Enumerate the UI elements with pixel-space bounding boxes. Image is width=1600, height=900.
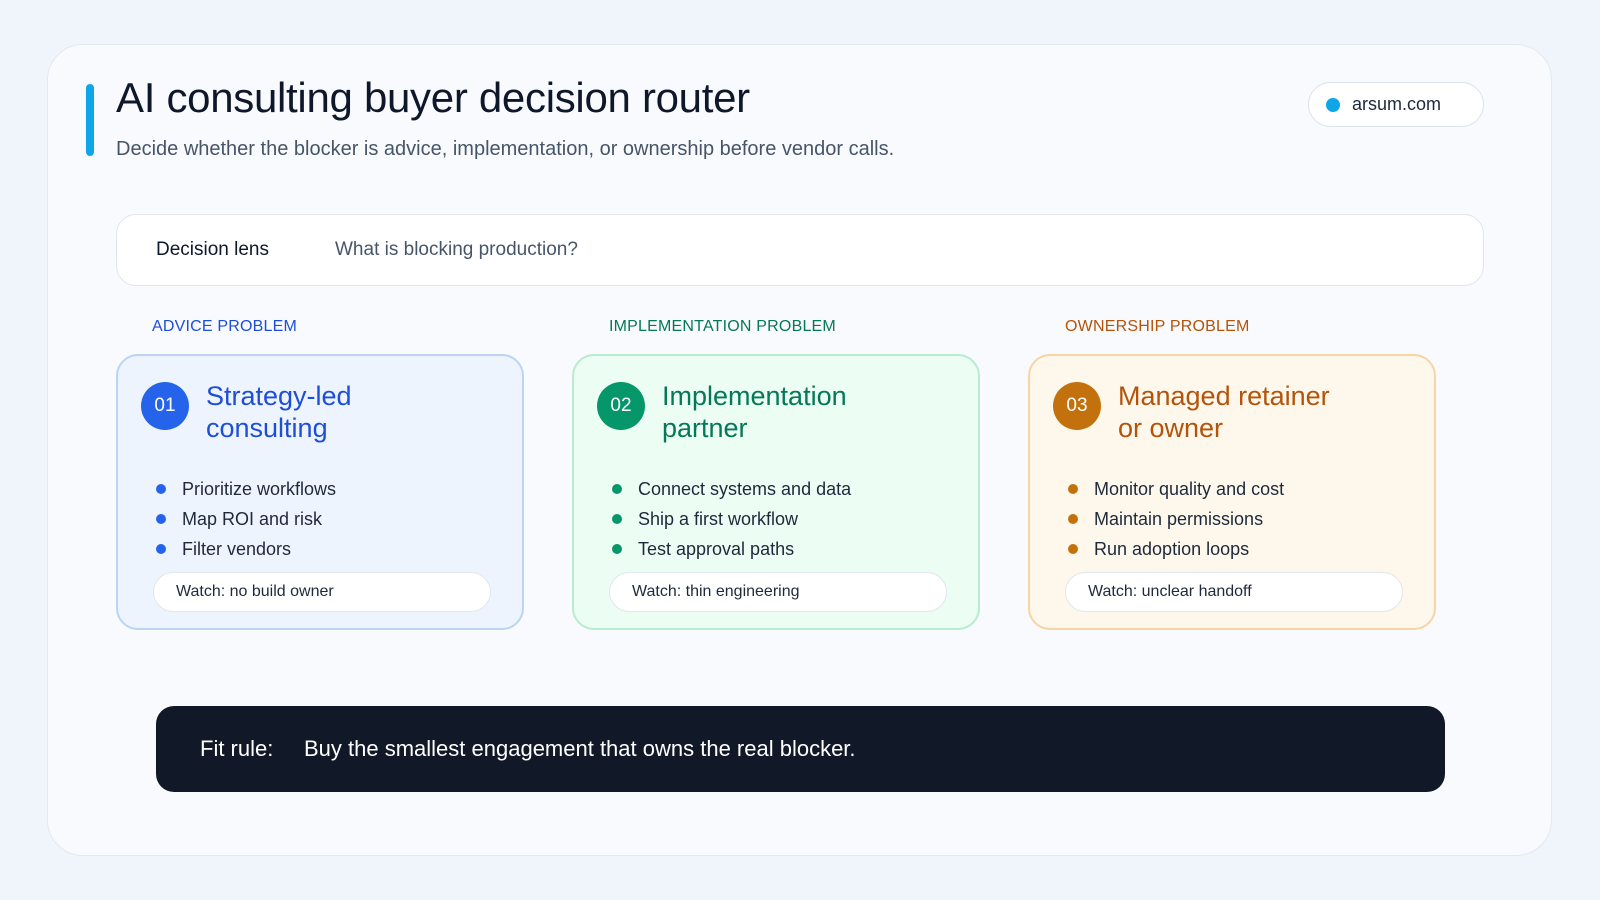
option-title: Strategy-led consulting xyxy=(206,381,352,443)
domain-pill[interactable]: arsum.com xyxy=(1308,82,1484,127)
bullet-dot-icon xyxy=(612,484,622,494)
bullet-dot-icon xyxy=(1068,514,1078,524)
page-subtitle: Decide whether the blocker is advice, im… xyxy=(116,138,895,160)
decision-lens-question: What is blocking production? xyxy=(335,239,578,260)
category-label-advice: ADVICE PROBLEM xyxy=(152,318,298,335)
bullet-dot-icon xyxy=(612,544,622,554)
list-item: Prioritize workflows xyxy=(156,474,336,504)
list-item: Connect systems and data xyxy=(612,474,851,504)
list-item: Monitor quality and cost xyxy=(1068,474,1284,504)
list-item: Map ROI and risk xyxy=(156,504,336,534)
list-item: Run adoption loops xyxy=(1068,534,1284,564)
fit-rule-label: Fit rule: xyxy=(200,736,274,761)
category-label-implementation: IMPLEMENTATION PROBLEM xyxy=(609,318,836,335)
bullet-dot-icon xyxy=(156,484,166,494)
option-card-managed: 03 Managed retainer or owner Monitor qua… xyxy=(1028,354,1436,630)
bullet-dot-icon xyxy=(1068,484,1078,494)
category-label-ownership: OWNERSHIP PROBLEM xyxy=(1065,318,1250,335)
domain-dot-icon xyxy=(1326,97,1340,112)
list-item: Ship a first workflow xyxy=(612,504,851,534)
bullet-dot-icon xyxy=(612,514,622,524)
option-card-strategy: 01 Strategy-led consulting Prioritize wo… xyxy=(116,354,524,630)
decision-lens-label: Decision lens xyxy=(156,239,269,260)
watch-pill: Watch: unclear handoff xyxy=(1065,572,1403,612)
bullet-list: Monitor quality and cost Maintain permis… xyxy=(1068,474,1284,564)
watch-pill: Watch: no build owner xyxy=(153,572,491,612)
number-badge: 02 xyxy=(597,382,645,430)
bullet-dot-icon xyxy=(156,544,166,554)
decision-lens-bar: Decision lens What is blocking productio… xyxy=(116,214,1484,286)
fit-rule-text: Buy the smallest engagement that owns th… xyxy=(304,736,856,761)
bullet-dot-icon xyxy=(1068,544,1078,554)
watch-pill: Watch: thin engineering xyxy=(609,572,947,612)
bullet-list: Prioritize workflows Map ROI and risk Fi… xyxy=(156,474,336,564)
option-card-implementation: 02 Implementation partner Connect system… xyxy=(572,354,980,630)
option-title: Implementation partner xyxy=(662,381,847,443)
title-accent-bar xyxy=(86,84,94,156)
number-badge: 01 xyxy=(141,382,189,430)
list-item: Maintain permissions xyxy=(1068,504,1284,534)
domain-text: arsum.com xyxy=(1352,94,1442,114)
bullet-list: Connect systems and data Ship a first wo… xyxy=(612,474,851,564)
option-title: Managed retainer or owner xyxy=(1118,381,1330,443)
number-badge: 03 xyxy=(1053,382,1101,430)
list-item: Filter vendors xyxy=(156,534,336,564)
fit-rule-banner: Fit rule: Buy the smallest engagement th… xyxy=(156,706,1445,792)
page-title: AI consulting buyer decision router xyxy=(116,74,750,121)
list-item: Test approval paths xyxy=(612,534,851,564)
bullet-dot-icon xyxy=(156,514,166,524)
